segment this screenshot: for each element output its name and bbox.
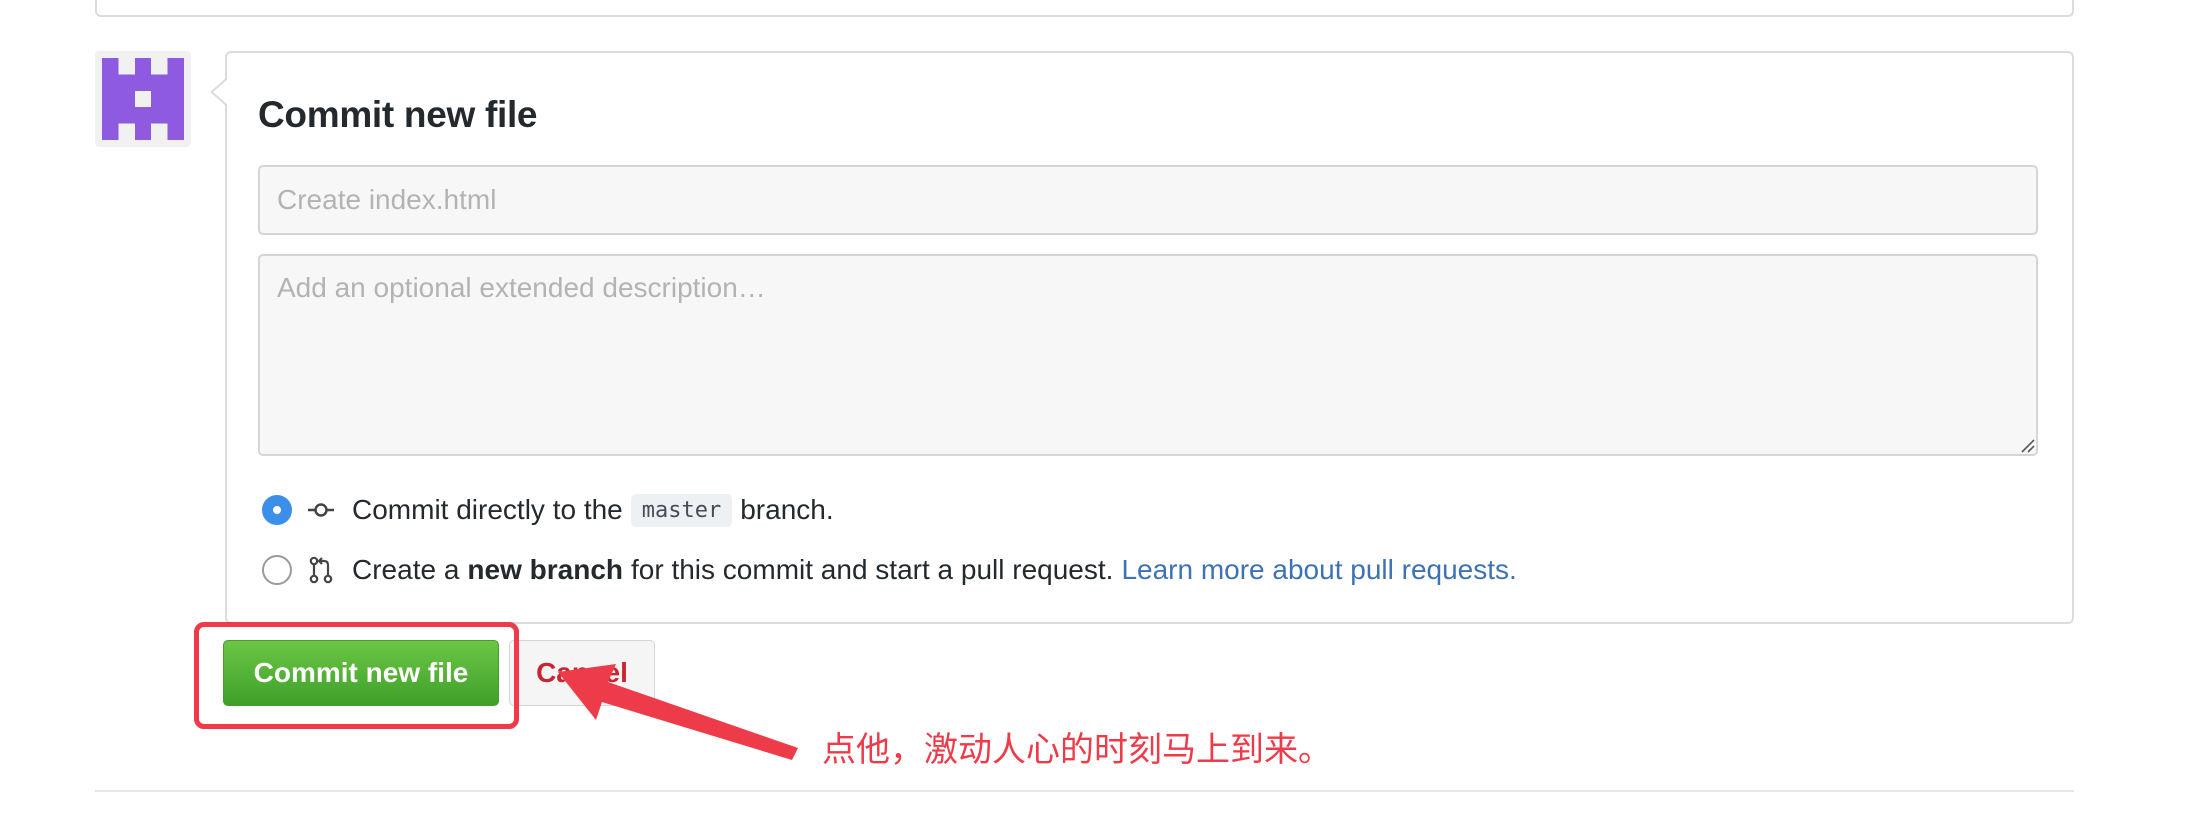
annotation-text: 点他，激动人心的时刻马上到来。: [822, 730, 1332, 770]
learn-pull-requests-link[interactable]: Learn more about pull requests.: [1121, 554, 1516, 586]
panel-caret: [210, 78, 227, 106]
commit-direct-prefix: Commit directly to the: [352, 494, 623, 525]
commit-direct-radio[interactable]: [262, 495, 292, 525]
commit-summary-input[interactable]: [258, 165, 2038, 235]
branch-name-badge: master: [630, 493, 733, 527]
commit-panel-title: Commit new file: [258, 94, 538, 135]
new-branch-option[interactable]: Create a new branch for this commit and …: [262, 552, 1517, 588]
new-branch-prefix: Create a: [352, 554, 460, 585]
commit-page: Commit new file Commit directly to the m…: [0, 0, 2194, 814]
user-avatar[interactable]: [95, 51, 191, 147]
new-branch-middle: for this commit and start a pull request…: [631, 554, 1114, 585]
new-branch-bold: new branch: [467, 554, 623, 585]
annotation-arrow-icon: [558, 664, 798, 760]
git-commit-icon: [308, 503, 334, 517]
identicon-avatar-icon: [102, 58, 184, 140]
previous-panel-edge: [95, 0, 2074, 17]
git-pull-request-icon: [309, 556, 333, 584]
resize-grip-icon[interactable]: [2019, 437, 2035, 453]
bottom-divider: [95, 790, 2074, 792]
annotation-highlight-box: [194, 622, 519, 729]
commit-direct-suffix: branch.: [740, 494, 834, 525]
commit-description-input[interactable]: [258, 254, 2038, 456]
commit-direct-option[interactable]: Commit directly to the master branch.: [262, 492, 834, 528]
new-branch-radio[interactable]: [262, 555, 292, 585]
